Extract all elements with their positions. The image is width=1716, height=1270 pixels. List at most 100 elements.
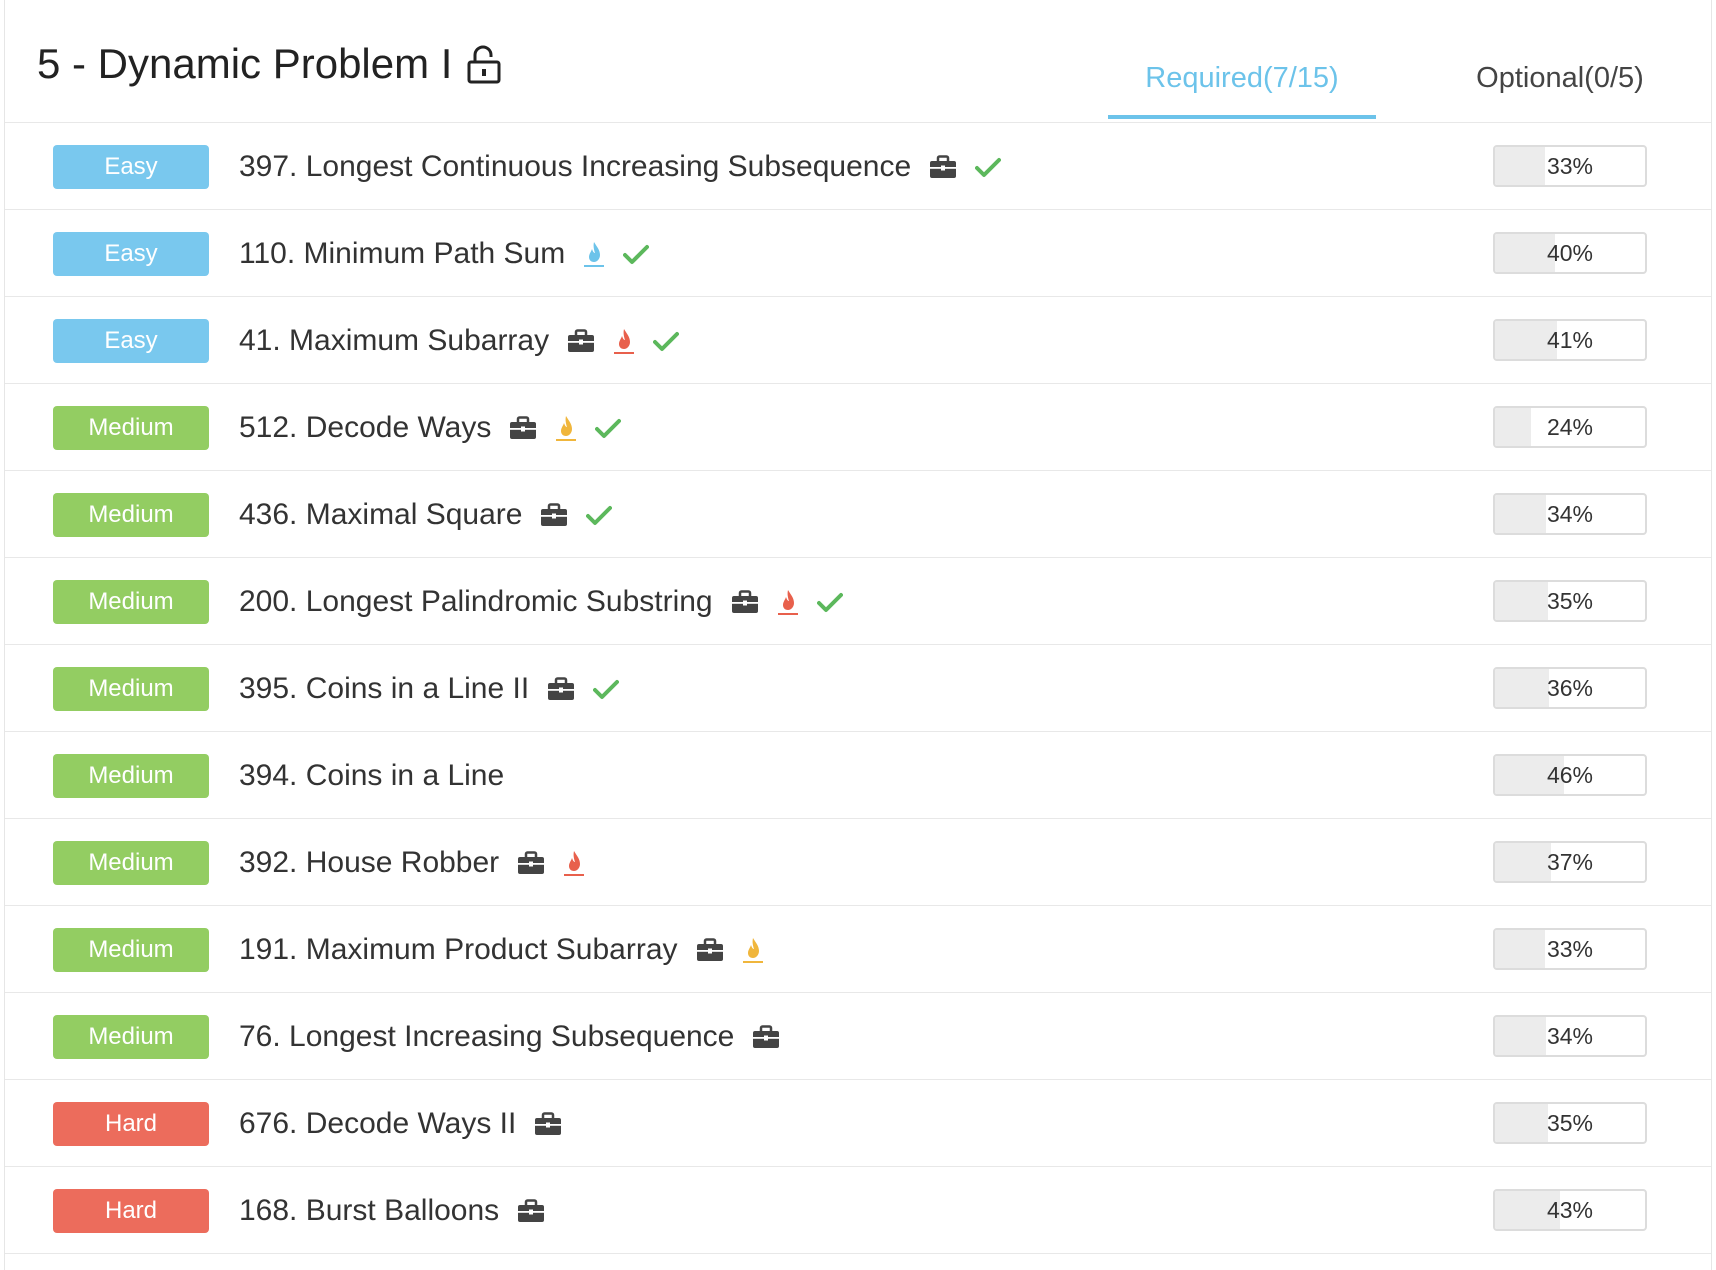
problem-title[interactable]: 76. Longest Increasing Subsequence xyxy=(239,1020,734,1054)
flame-orange-icon xyxy=(742,936,764,964)
problem-row[interactable]: Easy 397. Longest Continuous Increasing S… xyxy=(5,123,1711,210)
problem-title[interactable]: 676. Decode Ways II xyxy=(239,1107,516,1141)
acceptance-rate-bar: 46% xyxy=(1493,754,1647,796)
unlock-icon xyxy=(466,44,502,84)
acceptance-rate-bar: 33% xyxy=(1493,928,1647,970)
acceptance-rate-text: 35% xyxy=(1546,588,1594,614)
check-icon xyxy=(595,417,622,439)
check-icon xyxy=(975,156,1002,178)
problem-info: 395. Coins in a Line II xyxy=(239,666,620,712)
briefcase-icon xyxy=(534,1112,562,1136)
problem-row[interactable]: Hard 168. Burst Balloons 43% xyxy=(5,1167,1711,1254)
problem-title[interactable]: 397. Longest Continuous Increasing Subse… xyxy=(239,150,911,184)
problem-list: Easy 397. Longest Continuous Increasing S… xyxy=(5,123,1711,1254)
acceptance-rate-bar: 40% xyxy=(1493,232,1647,274)
problem-title[interactable]: 394. Coins in a Line xyxy=(239,759,504,793)
problem-info: 397. Longest Continuous Increasing Subse… xyxy=(239,144,1002,190)
problem-row[interactable]: Medium 200. Longest Palindromic Substring… xyxy=(5,558,1711,645)
problem-info: 168. Burst Balloons xyxy=(239,1188,545,1234)
tab-optional[interactable]: Optional(0/5) xyxy=(1445,58,1675,98)
problem-title[interactable]: 110. Minimum Path Sum xyxy=(239,237,565,271)
difficulty-badge: Hard xyxy=(53,1102,209,1146)
problem-row[interactable]: Hard 676. Decode Ways II 35% xyxy=(5,1080,1711,1167)
problem-info: 394. Coins in a Line xyxy=(239,753,504,799)
acceptance-rate-text: 40% xyxy=(1546,240,1594,266)
check-icon xyxy=(623,243,650,265)
section-title-text: 5 - Dynamic Problem I xyxy=(37,40,453,87)
flame-orange-icon xyxy=(555,414,577,442)
flame-red-icon xyxy=(777,588,799,616)
briefcase-icon xyxy=(509,416,537,440)
check-icon xyxy=(586,504,613,526)
acceptance-rate-bar: 34% xyxy=(1493,1015,1647,1057)
briefcase-icon xyxy=(517,851,545,875)
problem-title[interactable]: 168. Burst Balloons xyxy=(239,1194,499,1228)
difficulty-badge: Medium xyxy=(53,1015,209,1059)
problem-row[interactable]: Medium 392. House Robber 37% xyxy=(5,819,1711,906)
check-icon xyxy=(593,678,620,700)
problem-title[interactable]: 41. Maximum Subarray xyxy=(239,324,549,358)
flame-blue-icon xyxy=(583,240,605,268)
problem-row[interactable]: Easy 41. Maximum Subarray 41% xyxy=(5,297,1711,384)
problem-info: 436. Maximal Square xyxy=(239,492,613,538)
problem-title[interactable]: 392. House Robber xyxy=(239,846,499,880)
acceptance-rate-text: 34% xyxy=(1546,1023,1594,1049)
problem-info: 76. Longest Increasing Subsequence xyxy=(239,1014,780,1060)
briefcase-icon xyxy=(547,677,575,701)
difficulty-badge: Medium xyxy=(53,406,209,450)
difficulty-badge: Medium xyxy=(53,754,209,798)
problem-info: 512. Decode Ways xyxy=(239,405,622,451)
difficulty-badge: Medium xyxy=(53,493,209,537)
acceptance-rate-text: 41% xyxy=(1546,327,1594,353)
problem-row[interactable]: Easy 110. Minimum Path Sum 40% xyxy=(5,210,1711,297)
problem-row[interactable]: Medium 395. Coins in a Line II 36% xyxy=(5,645,1711,732)
tab-required[interactable]: Required(7/15) xyxy=(1108,58,1376,98)
briefcase-icon xyxy=(929,155,957,179)
problem-row[interactable]: Medium 436. Maximal Square 34% xyxy=(5,471,1711,558)
acceptance-rate-text: 46% xyxy=(1546,762,1594,788)
difficulty-badge: Medium xyxy=(53,580,209,624)
briefcase-icon xyxy=(696,938,724,962)
section-header: 5 - Dynamic Problem I Required(7/15) Opt… xyxy=(5,0,1711,123)
tab-required-underline xyxy=(1108,115,1376,119)
acceptance-rate-text: 33% xyxy=(1546,936,1594,962)
acceptance-rate-bar: 33% xyxy=(1493,145,1647,187)
problem-info: 191. Maximum Product Subarray xyxy=(239,927,764,973)
problem-info: 110. Minimum Path Sum xyxy=(239,231,650,277)
flame-red-icon xyxy=(613,327,635,355)
acceptance-rate-text: 43% xyxy=(1546,1197,1594,1223)
problem-row[interactable]: Medium 394. Coins in a Line 46% xyxy=(5,732,1711,819)
problem-info: 200. Longest Palindromic Substring xyxy=(239,579,843,625)
acceptance-rate-bar: 43% xyxy=(1493,1189,1647,1231)
briefcase-icon xyxy=(752,1025,780,1049)
acceptance-rate-text: 37% xyxy=(1546,849,1594,875)
acceptance-rate-bar: 24% xyxy=(1493,406,1647,448)
briefcase-icon xyxy=(540,503,568,527)
section-panel: 5 - Dynamic Problem I Required(7/15) Opt… xyxy=(4,0,1712,1270)
acceptance-rate-text: 35% xyxy=(1546,1110,1594,1136)
problem-row[interactable]: Medium 512. Decode Ways 24% xyxy=(5,384,1711,471)
difficulty-badge: Medium xyxy=(53,841,209,885)
acceptance-rate-bar: 41% xyxy=(1493,319,1647,361)
problem-title[interactable]: 512. Decode Ways xyxy=(239,411,491,445)
difficulty-badge: Hard xyxy=(53,1189,209,1233)
acceptance-rate-text: 34% xyxy=(1546,501,1594,527)
problem-title[interactable]: 436. Maximal Square xyxy=(239,498,522,532)
difficulty-badge: Easy xyxy=(53,145,209,189)
problem-title[interactable]: 200. Longest Palindromic Substring xyxy=(239,585,713,619)
section-title: 5 - Dynamic Problem I xyxy=(37,38,502,90)
difficulty-badge: Medium xyxy=(53,928,209,972)
check-icon xyxy=(816,591,843,613)
problem-info: 392. House Robber xyxy=(239,840,585,886)
difficulty-badge: Easy xyxy=(53,319,209,363)
problem-info: 676. Decode Ways II xyxy=(239,1101,562,1147)
acceptance-rate-bar: 34% xyxy=(1493,493,1647,535)
problem-row[interactable]: Medium 76. Longest Increasing Subsequence… xyxy=(5,993,1711,1080)
problem-title[interactable]: 191. Maximum Product Subarray xyxy=(239,933,678,967)
acceptance-rate-bar: 36% xyxy=(1493,667,1647,709)
problem-title[interactable]: 395. Coins in a Line II xyxy=(239,672,529,706)
problem-row[interactable]: Medium 191. Maximum Product Subarray 33% xyxy=(5,906,1711,993)
difficulty-badge: Easy xyxy=(53,232,209,276)
briefcase-icon xyxy=(517,1199,545,1223)
acceptance-rate-bar: 37% xyxy=(1493,841,1647,883)
